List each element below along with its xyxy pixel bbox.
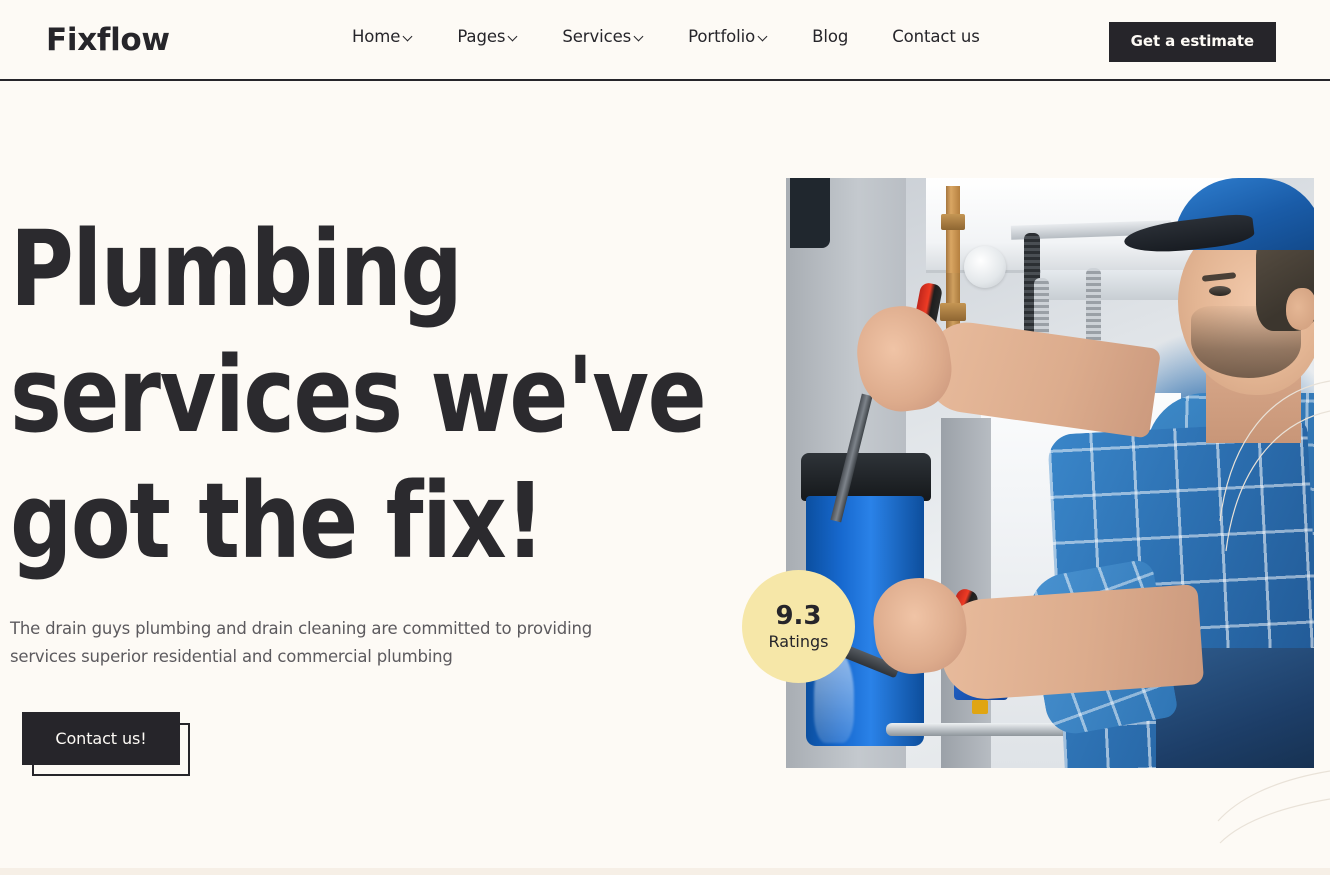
photo-dark-strip	[790, 178, 830, 248]
photo-forearm-lower	[937, 584, 1205, 702]
nav-item-blog[interactable]: Blog	[812, 27, 848, 46]
hero-image	[786, 178, 1314, 768]
nav-item-label: Portfolio	[688, 27, 756, 46]
chevron-down-icon	[635, 33, 644, 42]
nav-item-contact-us[interactable]: Contact us	[892, 27, 980, 46]
nav-item-label: Pages	[457, 27, 506, 46]
nav-item-pages[interactable]: Pages	[457, 27, 518, 46]
photo-filter-cap	[801, 453, 931, 501]
main-navigation: Home Pages Services Portfolio Blog Conta…	[352, 27, 980, 46]
contact-us-button[interactable]: Contact us!	[22, 712, 180, 765]
section-divider	[0, 868, 1330, 875]
chevron-down-icon	[759, 33, 768, 42]
contact-button-group: Contact us!	[22, 712, 212, 792]
nav-item-portfolio[interactable]: Portfolio	[688, 27, 768, 46]
hero-section: Plumbing services we've got the fix! The…	[0, 81, 1330, 868]
nav-item-label: Services	[562, 27, 632, 46]
ratings-score: 9.3	[775, 601, 822, 631]
photo-eye	[1209, 286, 1231, 296]
ratings-badge[interactable]: 9.3 Ratings	[742, 570, 855, 683]
get-estimate-button[interactable]: Get a estimate	[1108, 22, 1276, 62]
nav-item-home[interactable]: Home	[352, 27, 413, 46]
photo-ear	[1286, 288, 1314, 330]
page-title: Plumbing services we've got the fix!	[10, 208, 707, 582]
nav-item-label: Contact us	[892, 27, 980, 46]
nav-item-services[interactable]: Services	[562, 27, 644, 46]
photo-brass-fitting-bottom	[940, 303, 966, 321]
chevron-down-icon	[404, 33, 413, 42]
hero-subtitle: The drain guys plumbing and drain cleani…	[10, 619, 592, 666]
photo-brass-fitting-top	[941, 214, 965, 230]
photo-valve-stem	[972, 700, 988, 714]
nav-item-label: Home	[352, 27, 401, 46]
site-header: Fixflow Home Pages Services Portfolio Bl…	[0, 0, 1330, 81]
plumber-photo	[786, 178, 1314, 768]
nav-item-label: Blog	[812, 27, 849, 46]
photo-pressure-gauge	[964, 246, 1006, 288]
brand-logo[interactable]: Fixflow	[46, 22, 170, 58]
ratings-label: Ratings	[768, 632, 829, 651]
chevron-down-icon	[509, 33, 518, 42]
